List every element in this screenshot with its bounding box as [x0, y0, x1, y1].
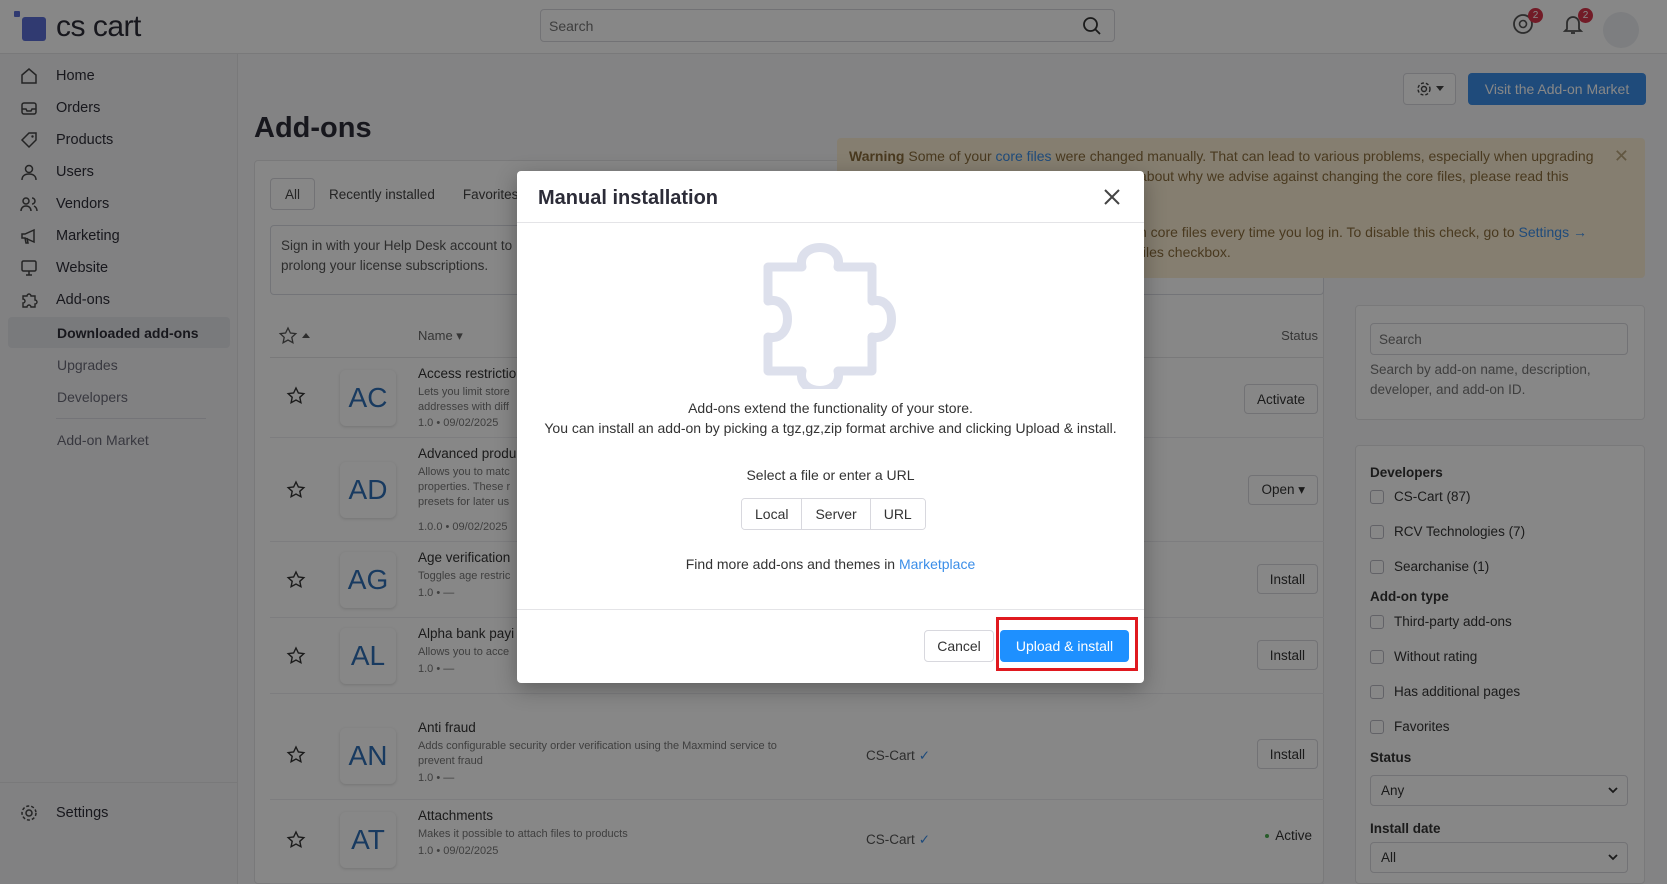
cancel-button[interactable]: Cancel	[924, 630, 994, 662]
dialog-description-2: You can install an add-on by picking a t…	[544, 420, 1117, 436]
marketplace-link[interactable]: Marketplace	[899, 556, 975, 572]
select-source-label: Select a file or enter a URL	[746, 467, 915, 483]
source-selector: Local Server URL	[741, 498, 926, 530]
close-icon[interactable]	[1100, 185, 1124, 209]
marketplace-line: Find more add-ons and themes in Marketpl…	[517, 556, 1144, 572]
manual-installation-dialog: Manual installation Add-ons extend the f…	[517, 171, 1144, 683]
upload-install-button[interactable]: Upload & install	[1000, 630, 1129, 662]
marketplace-text: Find more add-ons and themes in	[685, 556, 896, 572]
source-url-button[interactable]: URL	[870, 499, 925, 529]
dialog-header: Manual installation	[517, 171, 1144, 223]
dialog-description-1: Add-ons extend the functionality of your…	[688, 400, 973, 416]
source-local-button[interactable]: Local	[742, 499, 803, 529]
dialog-title: Manual installation	[538, 187, 719, 209]
puzzle-icon	[763, 243, 896, 389]
source-server-button[interactable]: Server	[802, 499, 871, 529]
